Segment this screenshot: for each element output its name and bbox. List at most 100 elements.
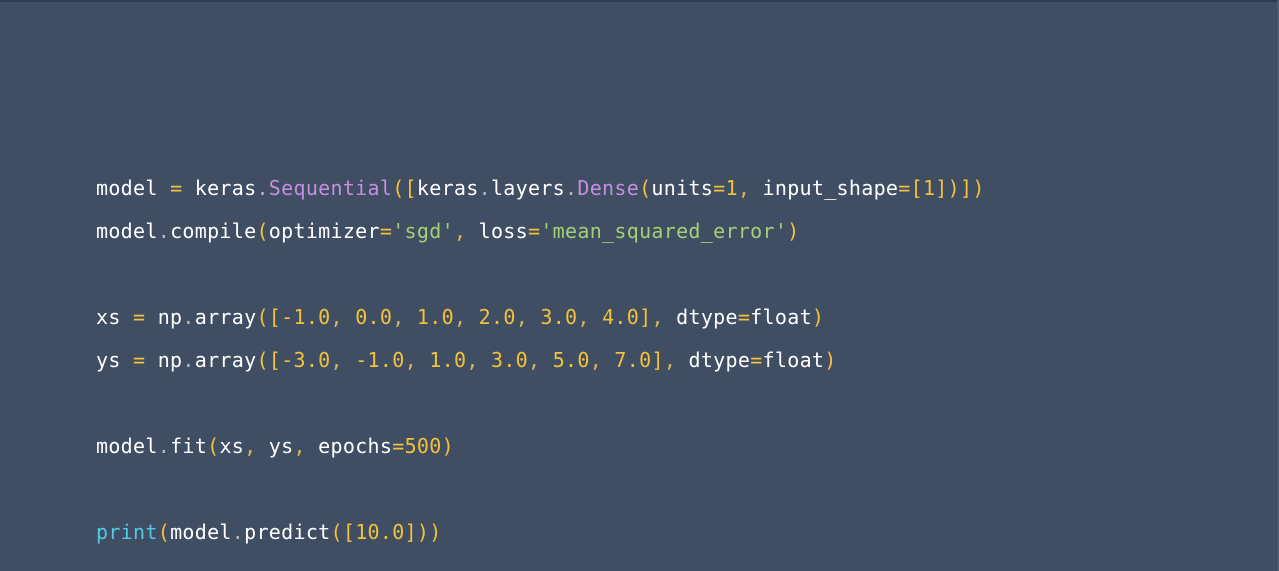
code-line: xs = np.array([-1.0, 0.0, 1.0, 2.0, 3.0,… xyxy=(96,301,1246,344)
code-token: ([ xyxy=(256,348,282,372)
code-token: dtype xyxy=(676,348,751,372)
code-token: ys xyxy=(96,348,121,372)
code-token: = xyxy=(713,176,726,200)
code-token: print xyxy=(96,520,158,544)
code-token: , xyxy=(528,348,541,372)
code-token: 'mean_squared_error' xyxy=(540,219,788,243)
code-token: ])) xyxy=(404,520,442,544)
code-token: Sequential xyxy=(268,176,393,200)
code-token: 1 xyxy=(725,176,738,200)
code-token: ([ xyxy=(330,520,356,544)
code-line: model.compile(optimizer='sgd', loss='mea… xyxy=(96,215,1246,258)
code-token: model xyxy=(96,219,158,243)
code-token: , xyxy=(330,348,343,372)
code-token: keras xyxy=(182,176,257,200)
top-border xyxy=(0,0,1279,2)
code-token: ys xyxy=(256,434,294,458)
code-token: , xyxy=(663,348,677,372)
code-token: . xyxy=(157,219,171,243)
code-token: = xyxy=(750,348,763,372)
code-token: compile xyxy=(170,219,257,243)
code-token: , xyxy=(392,305,405,329)
code-token: 'sgd' xyxy=(392,219,454,243)
code-token: ) xyxy=(824,348,837,372)
code-token: , xyxy=(466,348,479,372)
code-token: 500 xyxy=(404,434,442,458)
code-token: ) xyxy=(787,219,800,243)
code-token: 3.0 xyxy=(528,305,578,329)
code-token: . xyxy=(182,348,195,372)
code-token: units xyxy=(651,176,714,200)
code-token: 1 xyxy=(922,176,936,200)
code-token: float xyxy=(762,348,825,372)
code-token: model xyxy=(170,520,232,544)
code-token: xs xyxy=(219,434,245,458)
code-line: ys = np.array([-3.0, -1.0, 1.0, 3.0, 5.0… xyxy=(96,344,1246,387)
code-token: , xyxy=(577,305,590,329)
code-token: . xyxy=(478,176,491,200)
code-token: . xyxy=(565,176,578,200)
code-token: array xyxy=(194,348,257,372)
code-token: dtype xyxy=(663,305,738,329)
code-token: -3.0 xyxy=(281,348,331,372)
code-token: model xyxy=(96,434,158,458)
code-token: -1.0 xyxy=(342,348,405,372)
code-token: ) xyxy=(441,434,454,458)
code-token: = xyxy=(737,305,751,329)
code-token: = xyxy=(170,176,183,200)
code-token: fit xyxy=(170,434,208,458)
code-token: . xyxy=(182,305,195,329)
code-token: -1.0 xyxy=(281,305,331,329)
code-token: 10.0 xyxy=(355,520,405,544)
code-token: np xyxy=(145,305,183,329)
code-token: = xyxy=(133,348,146,372)
code-token: = xyxy=(392,434,405,458)
code-token: np xyxy=(145,348,183,372)
code-token: 7.0 xyxy=(602,348,652,372)
code-token: = xyxy=(528,219,541,243)
code-token: ])]) xyxy=(935,176,985,200)
code-token: Dense xyxy=(577,176,640,200)
code-token: input_shape xyxy=(750,176,899,200)
code-token: , xyxy=(453,219,467,243)
code-token: = xyxy=(133,305,146,329)
code-token: , xyxy=(651,305,664,329)
code-token: 5.0 xyxy=(540,348,590,372)
code-token: . xyxy=(157,434,171,458)
code-token: , xyxy=(330,305,343,329)
code-token: ([ xyxy=(392,176,417,200)
code-token: xs xyxy=(96,305,121,329)
code-token: 2.0 xyxy=(466,305,516,329)
code-token: float xyxy=(750,305,812,329)
code-token: =[ xyxy=(898,176,923,200)
code-token: . xyxy=(256,176,269,200)
code-token: , xyxy=(293,434,306,458)
code-token: model xyxy=(96,176,158,200)
code-token: 1.0 xyxy=(404,305,454,329)
code-token: , xyxy=(515,305,529,329)
code-token: ( xyxy=(157,520,171,544)
code-token: epochs xyxy=(305,434,393,458)
code-line: print(model.predict([10.0])) xyxy=(96,516,1246,559)
code-token: 4.0 xyxy=(589,305,640,329)
code-token: , xyxy=(453,305,467,329)
code-token: ([ xyxy=(256,305,282,329)
code-token: 0.0 xyxy=(342,305,393,329)
code-token: , xyxy=(737,176,751,200)
code-token: predict xyxy=(244,520,331,544)
code-token: . xyxy=(231,520,245,544)
code-block: model = keras.Sequential([keras.layers.D… xyxy=(96,172,1246,559)
code-token: 1.0 xyxy=(416,348,467,372)
code-token: loss xyxy=(466,219,528,243)
code-token: layers xyxy=(490,176,566,200)
code-token: ( xyxy=(639,176,652,200)
code-token: ( xyxy=(256,219,269,243)
code-token: ] xyxy=(639,305,652,329)
code-token: , xyxy=(404,348,417,372)
